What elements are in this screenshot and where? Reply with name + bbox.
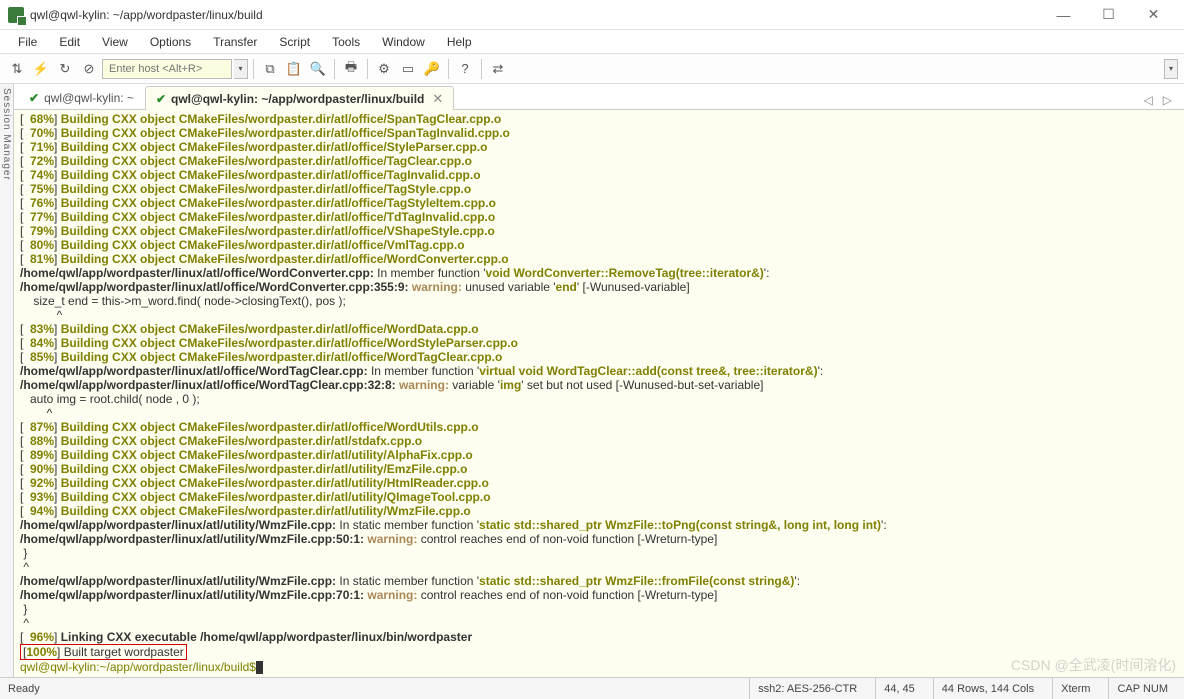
session-manager-panel[interactable]: Session Manager	[0, 84, 14, 677]
tab-nav: ◁ ▷	[1136, 91, 1180, 109]
connected-icon: ✔	[29, 91, 39, 105]
sftp-icon[interactable]: ⇄	[487, 58, 509, 80]
tab-1[interactable]: ✔ qwl@qwl-kylin: ~/app/wordpaster/linux/b…	[145, 86, 454, 110]
session-manager-label: Session Manager	[1, 88, 12, 181]
menu-bar: FileEditViewOptionsTransferScriptToolsWi…	[0, 30, 1184, 54]
status-dimensions: 44 Rows, 144 Cols	[933, 678, 1042, 699]
tab-next-icon[interactable]: ▷	[1159, 91, 1176, 109]
settings-icon[interactable]: ⚙	[373, 58, 395, 80]
menu-transfer[interactable]: Transfer	[203, 32, 267, 52]
status-connection: ssh2: AES-256-CTR	[749, 678, 865, 699]
tab-prev-icon[interactable]: ◁	[1140, 91, 1157, 109]
terminal-output[interactable]: [ 68%] Building CXX object CMakeFiles/wo…	[14, 110, 1184, 677]
status-cursor-pos: 44, 45	[875, 678, 923, 699]
quick-connect-icon[interactable]: ⚡	[30, 58, 52, 80]
menu-view[interactable]: View	[92, 32, 138, 52]
title-bar: qwl@qwl-kylin: ~/app/wordpaster/linux/bu…	[0, 0, 1184, 30]
connected-icon: ✔	[156, 92, 166, 106]
tab-bar: ✔ qwl@qwl-kylin: ~ ✔ qwl@qwl-kylin: ~/app/w…	[14, 84, 1184, 110]
toolbar: ⇅ ⚡ ↻ ⊘ ▾ ⧉ 📋 🔍 🖶 ⚙ ▭ 🔑 ? ⇄ ▾	[0, 54, 1184, 84]
status-term: Xterm	[1052, 678, 1098, 699]
menu-edit[interactable]: Edit	[49, 32, 90, 52]
tab-0[interactable]: ✔ qwl@qwl-kylin: ~	[18, 85, 145, 109]
host-dropdown[interactable]: ▾	[234, 59, 248, 79]
find-icon[interactable]: 🔍	[307, 58, 329, 80]
minimize-button[interactable]: —	[1041, 1, 1086, 29]
help-icon[interactable]: ?	[454, 58, 476, 80]
menu-options[interactable]: Options	[140, 32, 201, 52]
toolbar-overflow[interactable]: ▾	[1164, 59, 1178, 79]
status-caps: CAP NUM	[1108, 678, 1176, 699]
maximize-button[interactable]: ☐	[1086, 1, 1131, 29]
tab-label: qwl@qwl-kylin: ~/app/wordpaster/linux/bu…	[171, 92, 424, 106]
key-icon[interactable]: 🔑	[421, 58, 443, 80]
menu-help[interactable]: Help	[437, 32, 482, 52]
tab-label: qwl@qwl-kylin: ~	[44, 91, 134, 105]
status-bar: Ready ssh2: AES-256-CTR 44, 45 44 Rows, …	[0, 677, 1184, 699]
reconnect-icon[interactable]: ⇅	[6, 58, 28, 80]
menu-window[interactable]: Window	[372, 32, 435, 52]
disconnect-icon[interactable]: ⊘	[78, 58, 100, 80]
session-options-icon[interactable]: ▭	[397, 58, 419, 80]
copy-icon[interactable]: ⧉	[259, 58, 281, 80]
tab-close-icon[interactable]: ✕	[432, 91, 443, 107]
menu-tools[interactable]: Tools	[322, 32, 370, 52]
print-icon[interactable]: 🖶	[340, 58, 362, 80]
paste-icon[interactable]: 📋	[283, 58, 305, 80]
app-icon	[8, 7, 24, 23]
menu-script[interactable]: Script	[269, 32, 320, 52]
reconnect-all-icon[interactable]: ↻	[54, 58, 76, 80]
close-button[interactable]: ✕	[1131, 1, 1176, 29]
window-title: qwl@qwl-kylin: ~/app/wordpaster/linux/bu…	[30, 8, 1041, 22]
status-ready: Ready	[8, 683, 40, 695]
host-input[interactable]	[102, 59, 232, 79]
menu-file[interactable]: File	[8, 32, 47, 52]
